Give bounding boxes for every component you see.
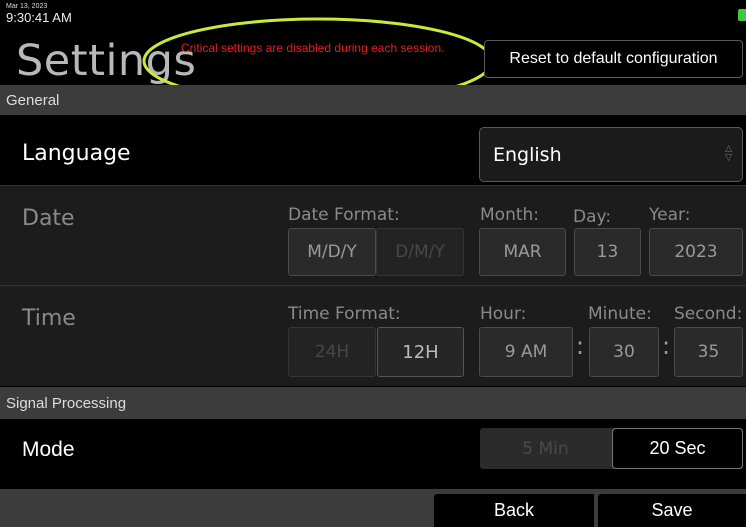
chevron-up-down-icon: △ ▽ — [725, 144, 732, 163]
battery-icon — [738, 9, 746, 21]
date-format-mdy: M/D/Y — [288, 228, 376, 276]
date-format-label: Date Format: — [288, 205, 400, 225]
minute-label: Minute: — [588, 304, 652, 324]
time-format-24h: 24H — [288, 327, 376, 377]
reset-default-button[interactable]: Reset to default configuration — [484, 40, 743, 78]
back-button[interactable]: Back — [434, 494, 594, 527]
date-format-dmy: D/M/Y — [376, 228, 464, 276]
time-separator: : — [576, 332, 585, 360]
section-header-signal-processing: Signal Processing — [0, 387, 746, 419]
minute-field: 30 — [589, 327, 659, 377]
time-format-12h: 12H — [377, 327, 464, 377]
second-field: 35 — [674, 327, 743, 377]
status-time: 9:30:41 AM — [6, 10, 72, 25]
language-label: Language — [22, 141, 131, 166]
critical-settings-warning: Critical settings are disabled during ea… — [181, 41, 445, 55]
page-title: Settings — [16, 36, 197, 86]
month-label: Month: — [480, 205, 540, 225]
section-header-general: General — [0, 85, 746, 115]
mode-option-5min[interactable]: 5 Min — [480, 428, 611, 469]
mode-label: Mode — [22, 438, 75, 461]
time-format-label: Time Format: — [288, 304, 401, 324]
second-label: Second: — [674, 304, 743, 324]
time-label: Time — [22, 306, 76, 331]
year-field: 2023 — [649, 228, 743, 276]
hour-label: Hour: — [480, 304, 527, 324]
year-label: Year: — [649, 205, 691, 225]
language-value: English — [493, 143, 562, 166]
month-field: MAR — [479, 228, 566, 276]
date-label: Date — [22, 206, 75, 231]
hour-field: 9 AM — [479, 327, 573, 377]
status-date: Mar 13, 2023 — [6, 3, 48, 10]
day-field: 13 — [574, 228, 641, 276]
mode-option-20sec[interactable]: 20 Sec — [612, 428, 743, 469]
time-separator: : — [662, 332, 671, 360]
language-select[interactable]: English △ ▽ — [479, 127, 743, 182]
save-button[interactable]: Save — [598, 494, 746, 527]
day-label: Day: — [573, 207, 612, 227]
